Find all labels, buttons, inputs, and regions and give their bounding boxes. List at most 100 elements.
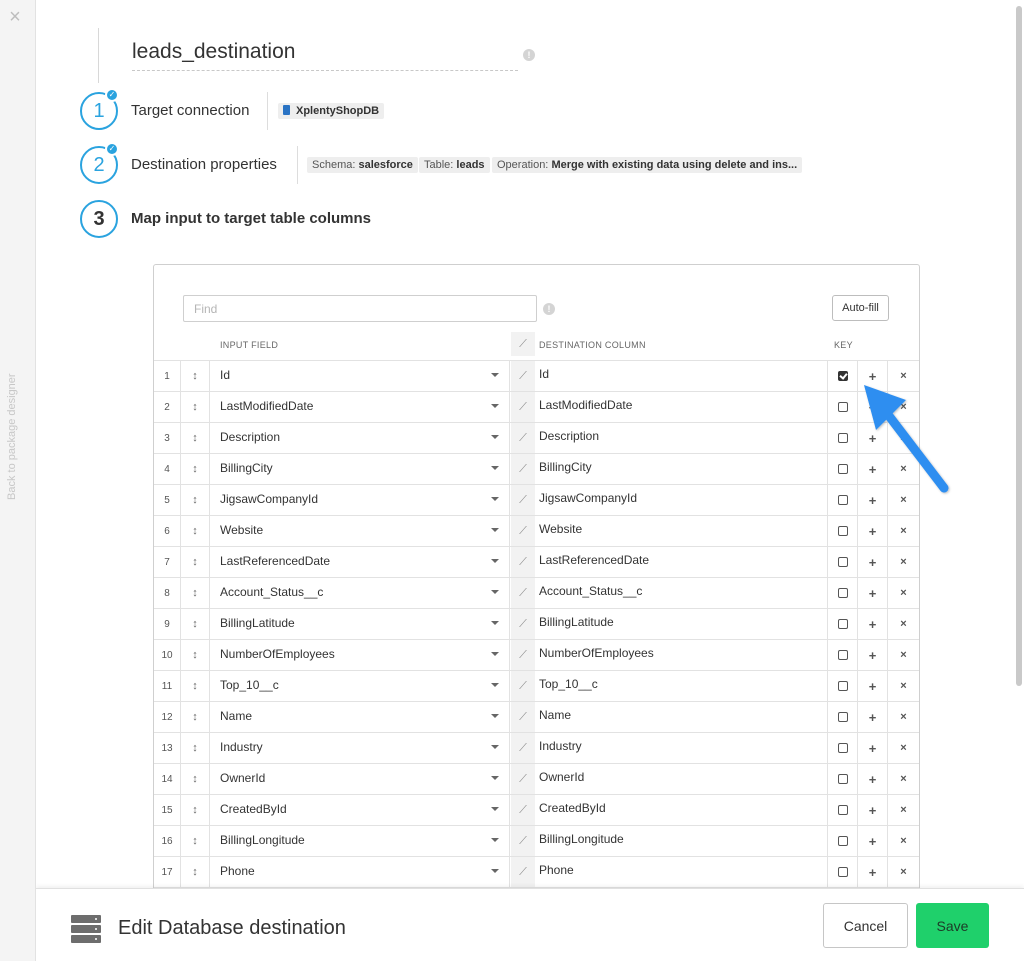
key-checkbox[interactable]: [838, 805, 848, 815]
key-checkbox[interactable]: [838, 743, 848, 753]
input-field-select[interactable]: LastReferencedDate: [210, 547, 510, 578]
destination-column-input[interactable]: OwnerId: [535, 764, 828, 795]
input-field-select[interactable]: BillingLatitude: [210, 609, 510, 640]
remove-row-icon[interactable]: ×: [888, 423, 919, 454]
key-checkbox[interactable]: [838, 464, 848, 474]
key-checkbox[interactable]: [838, 402, 848, 412]
input-field-select[interactable]: Account_Status__c: [210, 578, 510, 609]
remove-row-icon[interactable]: ×: [888, 516, 919, 547]
add-row-icon[interactable]: +: [858, 764, 888, 795]
auto-fill-button[interactable]: Auto-fill: [832, 295, 889, 321]
remove-row-icon[interactable]: ×: [888, 361, 919, 392]
drag-handle-icon[interactable]: ↕: [181, 733, 210, 764]
remove-row-icon[interactable]: ×: [888, 671, 919, 702]
remove-row-icon[interactable]: ×: [888, 857, 919, 888]
add-row-icon[interactable]: +: [858, 857, 888, 888]
magic-wand-icon[interactable]: ⟋: [511, 547, 535, 578]
drag-handle-icon[interactable]: ↕: [181, 454, 210, 485]
key-checkbox[interactable]: [838, 836, 848, 846]
destination-column-input[interactable]: Industry: [535, 733, 828, 764]
magic-wand-icon[interactable]: ⟋: [511, 733, 535, 764]
destination-column-input[interactable]: CreatedById: [535, 795, 828, 826]
drag-handle-icon[interactable]: ↕: [181, 764, 210, 795]
magic-wand-icon[interactable]: ⟋: [511, 516, 535, 547]
table-chip[interactable]: Table: leads: [419, 157, 490, 173]
drag-handle-icon[interactable]: ↕: [181, 640, 210, 671]
remove-row-icon[interactable]: ×: [888, 578, 919, 609]
input-field-select[interactable]: OwnerId: [210, 764, 510, 795]
add-row-icon[interactable]: +: [858, 423, 888, 454]
destination-column-input[interactable]: Account_Status__c: [535, 578, 828, 609]
key-checkbox[interactable]: [838, 650, 848, 660]
key-checkbox[interactable]: [838, 526, 848, 536]
add-row-icon[interactable]: +: [858, 795, 888, 826]
magic-wand-icon[interactable]: ⟋: [511, 640, 535, 671]
drag-handle-icon[interactable]: ↕: [181, 361, 210, 392]
drag-handle-icon[interactable]: ↕: [181, 609, 210, 640]
input-field-select[interactable]: NumberOfEmployees: [210, 640, 510, 671]
key-checkbox[interactable]: [838, 681, 848, 691]
key-checkbox[interactable]: [838, 774, 848, 784]
save-button[interactable]: Save: [916, 903, 989, 948]
key-checkbox[interactable]: [838, 371, 848, 381]
remove-row-icon[interactable]: ×: [888, 454, 919, 485]
magic-wand-icon[interactable]: ⟋: [511, 392, 535, 423]
scrollbar[interactable]: [1016, 6, 1022, 686]
magic-wand-icon[interactable]: ⟋: [511, 578, 535, 609]
destination-column-input[interactable]: Website: [535, 516, 828, 547]
destination-column-input[interactable]: Phone: [535, 857, 828, 888]
destination-column-input[interactable]: Id: [535, 361, 828, 392]
destination-column-input[interactable]: Top_10__c: [535, 671, 828, 702]
input-field-select[interactable]: CreatedById: [210, 795, 510, 826]
magic-wand-icon[interactable]: ⟋: [511, 332, 535, 356]
destination-column-input[interactable]: LastModifiedDate: [535, 392, 828, 423]
back-to-package-designer-link[interactable]: Back to package designer: [6, 350, 18, 500]
key-checkbox[interactable]: [838, 495, 848, 505]
drag-handle-icon[interactable]: ↕: [181, 857, 210, 888]
operation-chip[interactable]: Operation: Merge with existing data usin…: [492, 157, 803, 173]
input-field-select[interactable]: Id: [210, 361, 510, 392]
key-checkbox[interactable]: [838, 557, 848, 567]
magic-wand-icon[interactable]: ⟋: [511, 454, 535, 485]
magic-wand-icon[interactable]: ⟋: [511, 485, 535, 516]
drag-handle-icon[interactable]: ↕: [181, 702, 210, 733]
drag-handle-icon[interactable]: ↕: [181, 516, 210, 547]
add-row-icon[interactable]: +: [858, 485, 888, 516]
page-title[interactable]: leads_destination: [132, 40, 518, 71]
remove-row-icon[interactable]: ×: [888, 609, 919, 640]
destination-column-input[interactable]: JigsawCompanyId: [535, 485, 828, 516]
input-field-select[interactable]: Name: [210, 702, 510, 733]
add-row-icon[interactable]: +: [858, 609, 888, 640]
add-row-icon[interactable]: +: [858, 392, 888, 423]
add-row-icon[interactable]: +: [858, 640, 888, 671]
magic-wand-icon[interactable]: ⟋: [511, 671, 535, 702]
destination-column-input[interactable]: Name: [535, 702, 828, 733]
cancel-button[interactable]: Cancel: [823, 903, 908, 948]
destination-column-input[interactable]: BillingLatitude: [535, 609, 828, 640]
input-field-select[interactable]: JigsawCompanyId: [210, 485, 510, 516]
add-row-icon[interactable]: +: [858, 671, 888, 702]
key-checkbox[interactable]: [838, 712, 848, 722]
key-checkbox[interactable]: [838, 867, 848, 877]
info-icon[interactable]: !: [523, 49, 535, 61]
input-field-select[interactable]: Description: [210, 423, 510, 454]
drag-handle-icon[interactable]: ↕: [181, 578, 210, 609]
drag-handle-icon[interactable]: ↕: [181, 826, 210, 857]
input-field-select[interactable]: Website: [210, 516, 510, 547]
drag-handle-icon[interactable]: ↕: [181, 547, 210, 578]
drag-handle-icon[interactable]: ↕: [181, 423, 210, 454]
key-checkbox[interactable]: [838, 433, 848, 443]
add-row-icon[interactable]: +: [858, 516, 888, 547]
input-field-select[interactable]: BillingCity: [210, 454, 510, 485]
remove-row-icon[interactable]: ×: [888, 795, 919, 826]
input-field-select[interactable]: Top_10__c: [210, 671, 510, 702]
add-row-icon[interactable]: +: [858, 733, 888, 764]
drag-handle-icon[interactable]: ↕: [181, 671, 210, 702]
remove-row-icon[interactable]: ×: [888, 702, 919, 733]
destination-column-input[interactable]: NumberOfEmployees: [535, 640, 828, 671]
find-input[interactable]: [183, 295, 537, 322]
remove-row-icon[interactable]: ×: [888, 733, 919, 764]
input-field-select[interactable]: Industry: [210, 733, 510, 764]
magic-wand-icon[interactable]: ⟋: [511, 826, 535, 857]
magic-wand-icon[interactable]: ⟋: [511, 702, 535, 733]
